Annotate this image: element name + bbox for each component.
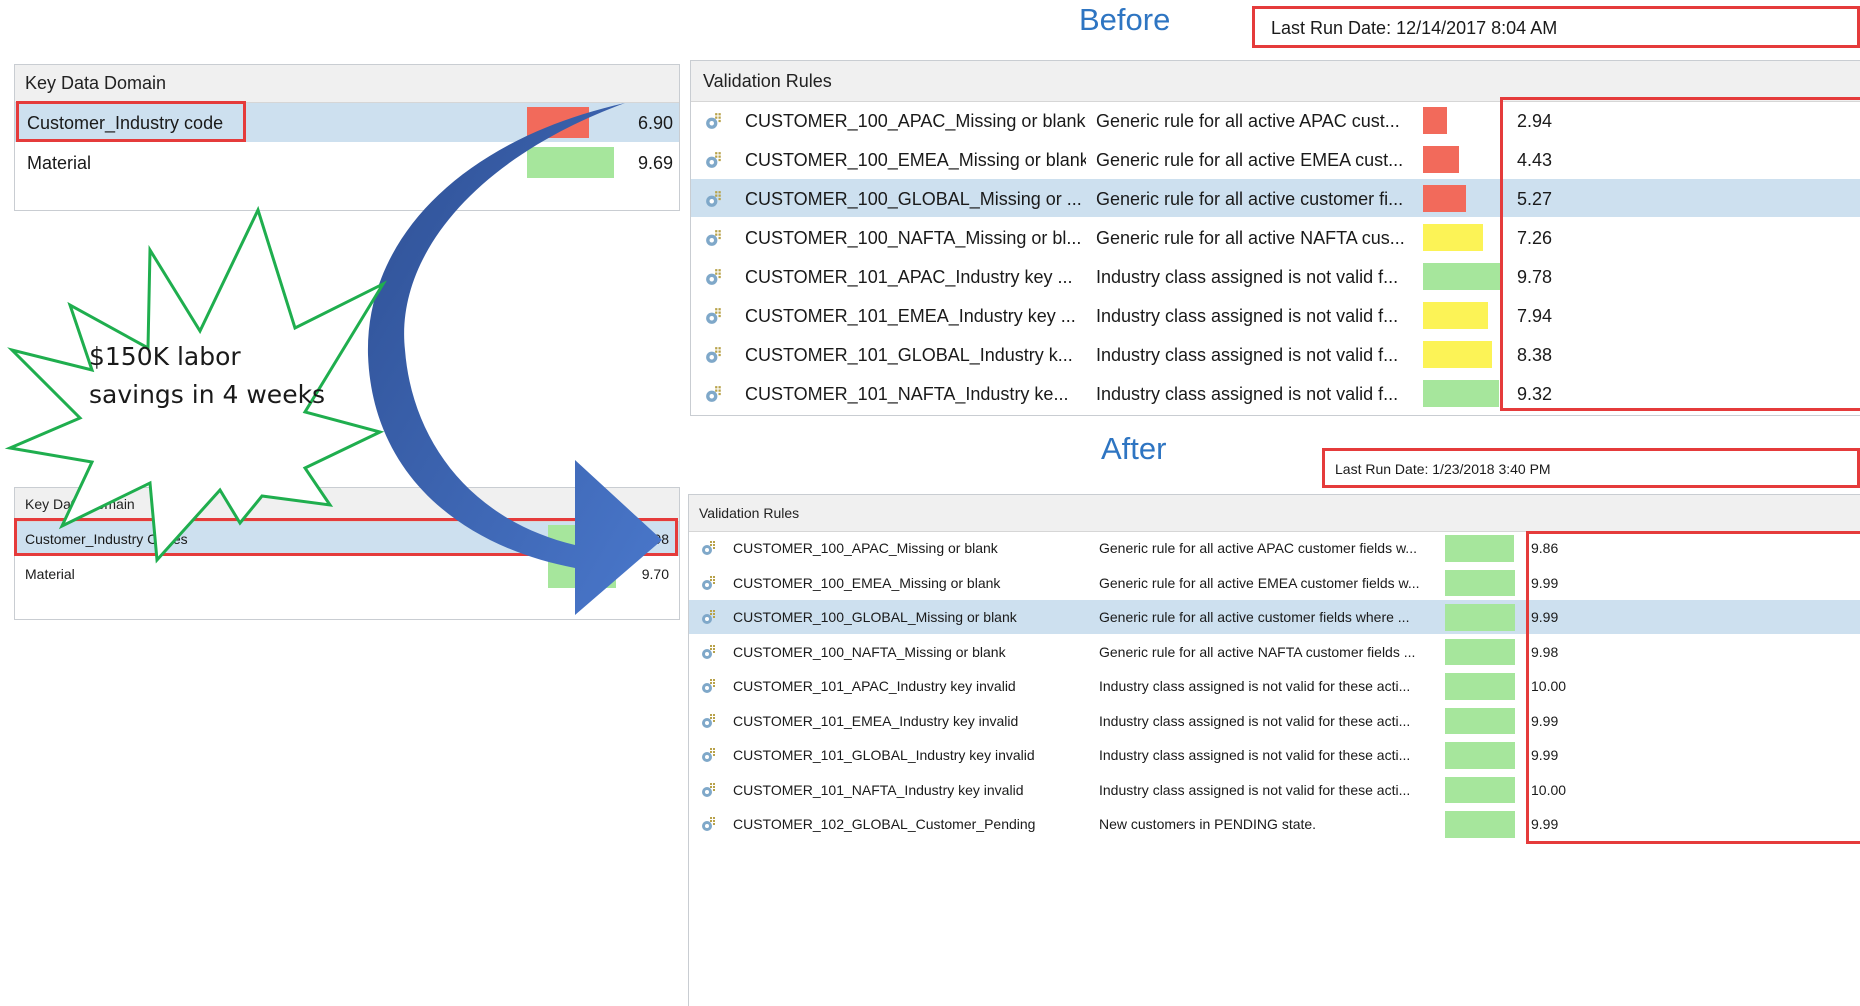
savings-line-2: savings in 4 weeks: [89, 380, 326, 409]
savings-callout-text: $150K labor savings in 4 weeks: [89, 338, 325, 414]
savings-line-1: $150K labor: [89, 342, 241, 371]
